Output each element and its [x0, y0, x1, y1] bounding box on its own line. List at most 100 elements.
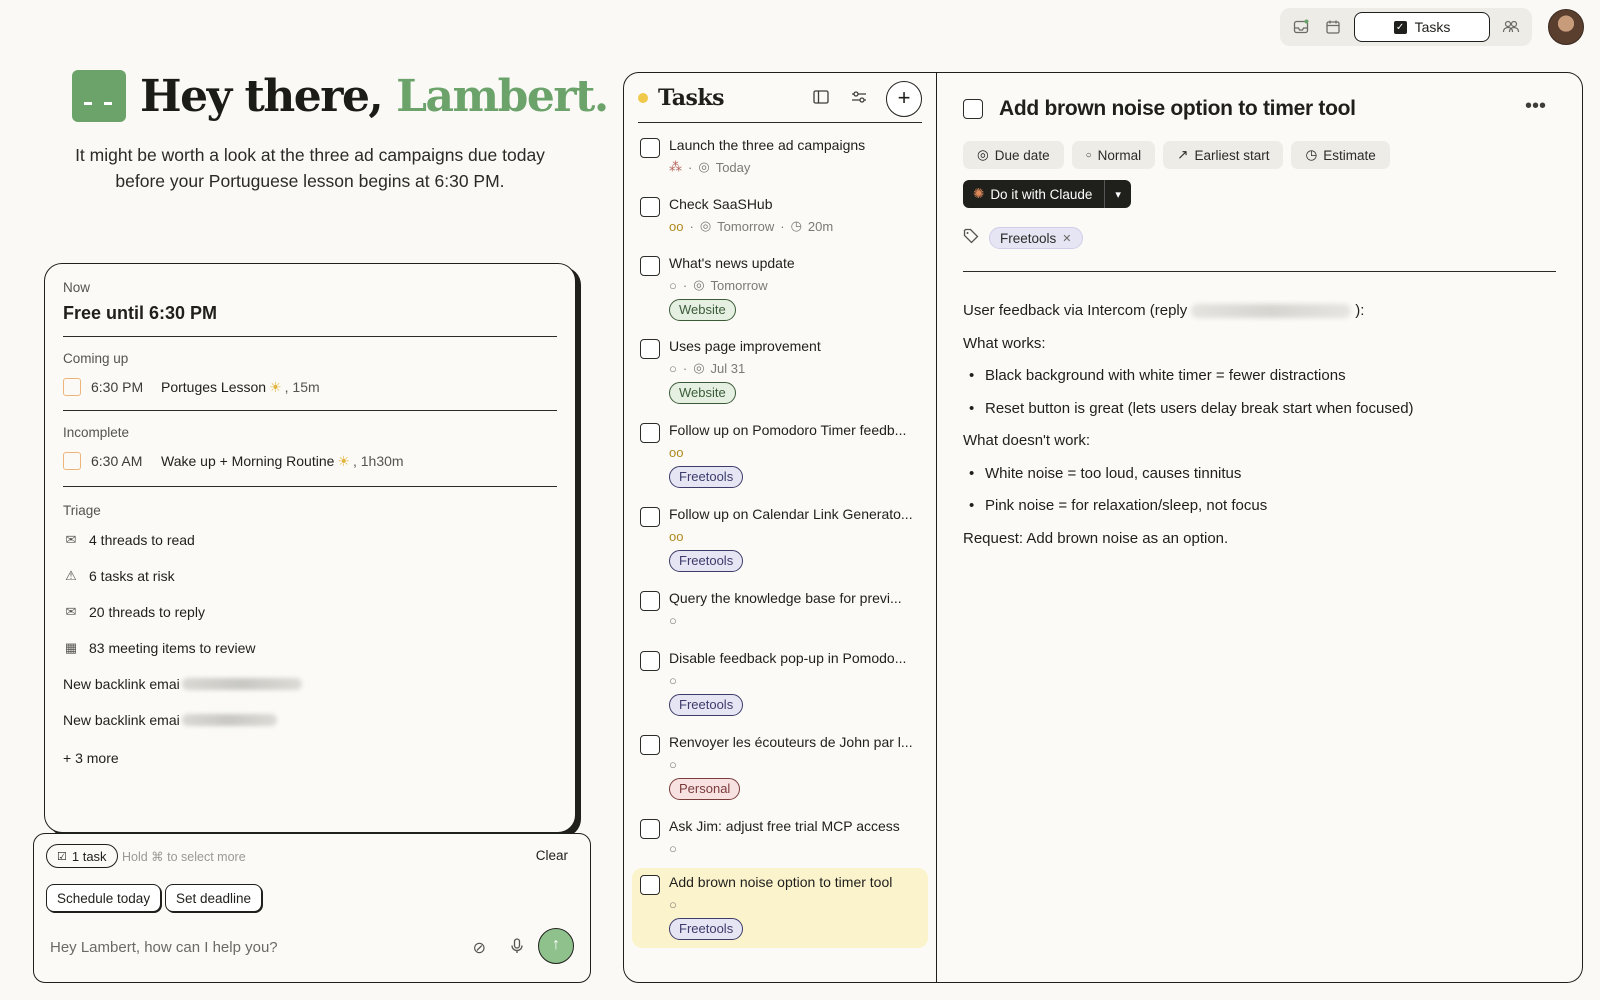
task-item[interactable]: Query the knowledge base for previ... ○	[624, 588, 936, 648]
task-title: Renvoyer les écouteurs de John par l...	[669, 734, 913, 750]
assistant-input[interactable]: Hey Lambert, how can I help you?	[50, 939, 278, 956]
task-title: Query the knowledge base for previ...	[669, 590, 902, 606]
task-checkbox[interactable]	[640, 651, 660, 671]
triage-item[interactable]: ⚠ 6 tasks at risk	[63, 568, 557, 584]
task-checkbox[interactable]	[640, 423, 660, 443]
priority-button[interactable]: ○ Normal	[1071, 141, 1156, 169]
now-label: Now	[63, 280, 91, 295]
triage-item[interactable]: ▦ 83 meeting items to review	[63, 640, 557, 656]
clock-icon: ◷	[1305, 147, 1318, 162]
calendar-icon[interactable]	[1322, 16, 1344, 38]
task-meta: oo	[669, 528, 926, 544]
mail-icon: ✉	[65, 604, 77, 619]
notes-doesnt-label: What doesn't work:	[963, 432, 1091, 449]
task-tag[interactable]: Freetools	[669, 918, 744, 940]
clear-button[interactable]: Clear	[536, 848, 568, 863]
event-row[interactable]: 6:30 AM Wake up + Morning Routine ☀ , 1h…	[63, 452, 557, 470]
task-checkbox[interactable]	[640, 197, 660, 217]
task-tag[interactable]: Website	[669, 299, 736, 321]
task-item[interactable]: Follow up on Pomodoro Timer feedb... oo …	[624, 420, 936, 504]
tasks-icon: ✓	[1393, 20, 1407, 34]
target-icon: ◎	[693, 277, 705, 292]
task-detail-title[interactable]: Add brown noise option to timer tool	[999, 97, 1356, 121]
task-tag[interactable]: Personal	[669, 778, 741, 800]
event-checkbox[interactable]	[63, 378, 81, 396]
task-item[interactable]: Disable feedback pop-up in Pomodo... ○ F…	[624, 648, 936, 732]
filter-sliders-icon[interactable]	[848, 90, 870, 108]
add-task-button[interactable]: +	[886, 81, 922, 117]
due-date-button[interactable]: ◎ Due date	[963, 141, 1064, 169]
microphone-icon[interactable]	[510, 938, 524, 959]
task-tag-chip[interactable]: Freetools ✕	[989, 227, 1083, 249]
task-tag[interactable]: Freetools	[669, 466, 744, 488]
do-it-with-claude-button[interactable]: ✺ Do it with Claude ▾	[963, 180, 1131, 208]
triage-text: 6 tasks at risk	[89, 568, 175, 584]
set-deadline-button[interactable]: Set deadline	[165, 884, 263, 912]
selected-task-chip[interactable]: ☑ 1 task	[46, 844, 118, 868]
earliest-start-button[interactable]: ↗ Earliest start	[1163, 141, 1284, 169]
task-item[interactable]: Ask Jim: adjust free trial MCP access ○	[624, 816, 936, 868]
task-tag[interactable]: Website	[669, 382, 736, 404]
task-checkbox[interactable]	[640, 138, 660, 158]
task-list: Launch the three ad campaigns ⁂ · ◎ Today…	[624, 123, 936, 948]
task-checkbox[interactable]	[640, 256, 660, 276]
task-item[interactable]: What's news update ○ · ◎ Tomorrow Website	[624, 253, 936, 336]
event-row[interactable]: 6:30 PM Portuges Lesson ☀ , 15m	[63, 378, 557, 396]
schedule-today-button[interactable]: Schedule today	[46, 884, 162, 912]
task-item[interactable]: Renvoyer les écouteurs de John par l... …	[624, 732, 936, 816]
claude-button-label: Do it with Claude	[990, 186, 1093, 202]
task-tag[interactable]: Freetools	[669, 694, 744, 716]
task-title: Uses page improvement	[669, 338, 821, 354]
selection-hint: Hold ⌘ to select more	[122, 850, 246, 864]
inbox-icon[interactable]	[1290, 16, 1312, 38]
task-item[interactable]: Follow up on Calendar Link Generato... o…	[624, 504, 936, 588]
selected-task-count: 1 task	[71, 848, 107, 864]
claude-star-icon: ✺	[973, 186, 985, 201]
task-meta: oo	[669, 444, 926, 460]
task-checkbox[interactable]	[640, 819, 660, 839]
task-meta: oo · ◎ Tomorrow · ◷ 20m	[669, 218, 834, 234]
mail-icon: ✉	[65, 532, 77, 547]
priority-icon: oo	[669, 218, 684, 234]
triage-label: Triage	[63, 503, 101, 518]
task-checkbox[interactable]	[640, 339, 660, 359]
task-notes[interactable]: User feedback via Intercom (reply): What…	[963, 301, 1563, 561]
task-item[interactable]: Uses page improvement ○ · ◎ Jul 31 Websit…	[624, 336, 936, 420]
task-checkbox[interactable]	[640, 507, 660, 527]
tab-tasks[interactable]: ✓ Tasks	[1354, 12, 1490, 42]
priority-icon: oo	[669, 528, 684, 544]
task-checkbox[interactable]	[640, 875, 660, 895]
task-item[interactable]: Launch the three ad campaigns ⁂ · ◎ Today	[624, 135, 936, 194]
task-checkbox[interactable]	[640, 735, 660, 755]
target-icon: ◎	[699, 218, 712, 233]
tag-icon	[963, 228, 979, 248]
tasks-panel: Tasks + Launch the three ad campaigns ⁂ ·…	[623, 72, 937, 983]
task-checkbox[interactable]	[640, 591, 660, 611]
estimate-label: Estimate	[1323, 147, 1376, 163]
triage-item[interactable]: New backlink emai	[63, 712, 557, 728]
more-options-icon[interactable]: •••	[1525, 95, 1546, 118]
task-tag[interactable]: Freetools	[669, 550, 744, 572]
people-icon[interactable]	[1500, 16, 1522, 38]
send-button[interactable]: ↑	[538, 928, 574, 964]
tab-tasks-label: Tasks	[1414, 19, 1451, 35]
sidebar-toggle-icon[interactable]	[810, 90, 832, 108]
task-item[interactable]: Check SaaSHub oo · ◎ Tomorrow · ◷ 20m	[624, 194, 936, 253]
chevron-down-icon[interactable]: ▾	[1105, 188, 1131, 201]
event-checkbox[interactable]	[63, 452, 81, 470]
remove-tag-icon[interactable]: ✕	[1062, 232, 1071, 245]
task-title: Follow up on Pomodoro Timer feedb...	[669, 422, 907, 438]
triage-item[interactable]: New backlink emai	[63, 676, 557, 692]
redacted-text	[181, 714, 277, 726]
task-title: Check SaaSHub	[669, 196, 773, 212]
task-title: What's news update	[669, 255, 795, 271]
triage-item[interactable]: ✉ 20 threads to reply	[63, 604, 557, 620]
triage-item[interactable]: ✉ 4 threads to read	[63, 532, 557, 548]
avatar[interactable]	[1548, 9, 1584, 45]
paperclip-icon[interactable]: ⊘	[473, 938, 486, 958]
show-more-link[interactable]: + 3 more	[63, 750, 557, 766]
task-detail-panel: Add brown noise option to timer tool •••…	[937, 72, 1583, 983]
estimate-button[interactable]: ◷ Estimate	[1291, 141, 1390, 169]
task-complete-checkbox[interactable]	[963, 99, 983, 119]
task-item-selected[interactable]: Add brown noise option to timer tool ○ F…	[632, 868, 928, 948]
